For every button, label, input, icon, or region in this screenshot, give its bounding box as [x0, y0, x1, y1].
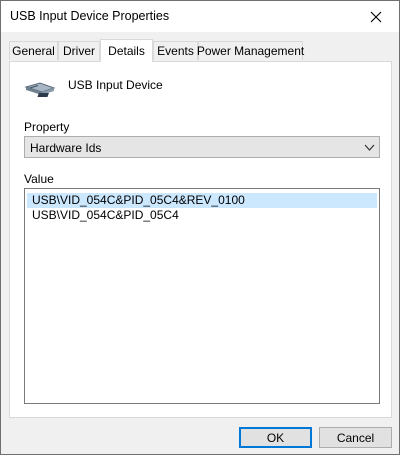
- list-item[interactable]: USB\VID_054C&PID_05C4: [27, 208, 377, 223]
- close-button[interactable]: [353, 1, 399, 32]
- ok-button[interactable]: OK: [239, 427, 312, 448]
- tab-driver[interactable]: Driver: [58, 41, 100, 60]
- cancel-button[interactable]: Cancel: [319, 427, 392, 448]
- window-title: USB Input Device Properties: [10, 9, 170, 23]
- details-panel: USB Input Device Property Hardware Ids V…: [9, 61, 392, 418]
- tab-events[interactable]: Events: [153, 41, 198, 60]
- tab-power-management[interactable]: Power Management: [197, 41, 304, 60]
- property-dropdown[interactable]: Hardware Ids: [24, 136, 380, 158]
- property-label: Property: [24, 120, 70, 134]
- list-item[interactable]: USB\VID_054C&PID_05C4&REV_0100: [27, 193, 377, 208]
- title-bar: USB Input Device Properties: [1, 1, 399, 32]
- property-selected-value: Hardware Ids: [30, 141, 102, 155]
- chevron-down-icon: [364, 144, 375, 151]
- tab-strip: General Driver Details Events Power Mana…: [9, 39, 392, 62]
- close-icon: [370, 11, 382, 22]
- usb-device-icon: [24, 82, 56, 97]
- tab-details[interactable]: Details: [100, 39, 153, 62]
- value-label: Value: [24, 172, 54, 186]
- properties-dialog: USB Input Device Properties General Driv…: [0, 0, 400, 455]
- tab-general[interactable]: General: [9, 41, 58, 60]
- device-name: USB Input Device: [68, 78, 163, 92]
- value-listbox[interactable]: USB\VID_054C&PID_05C4&REV_0100 USB\VID_0…: [24, 188, 380, 404]
